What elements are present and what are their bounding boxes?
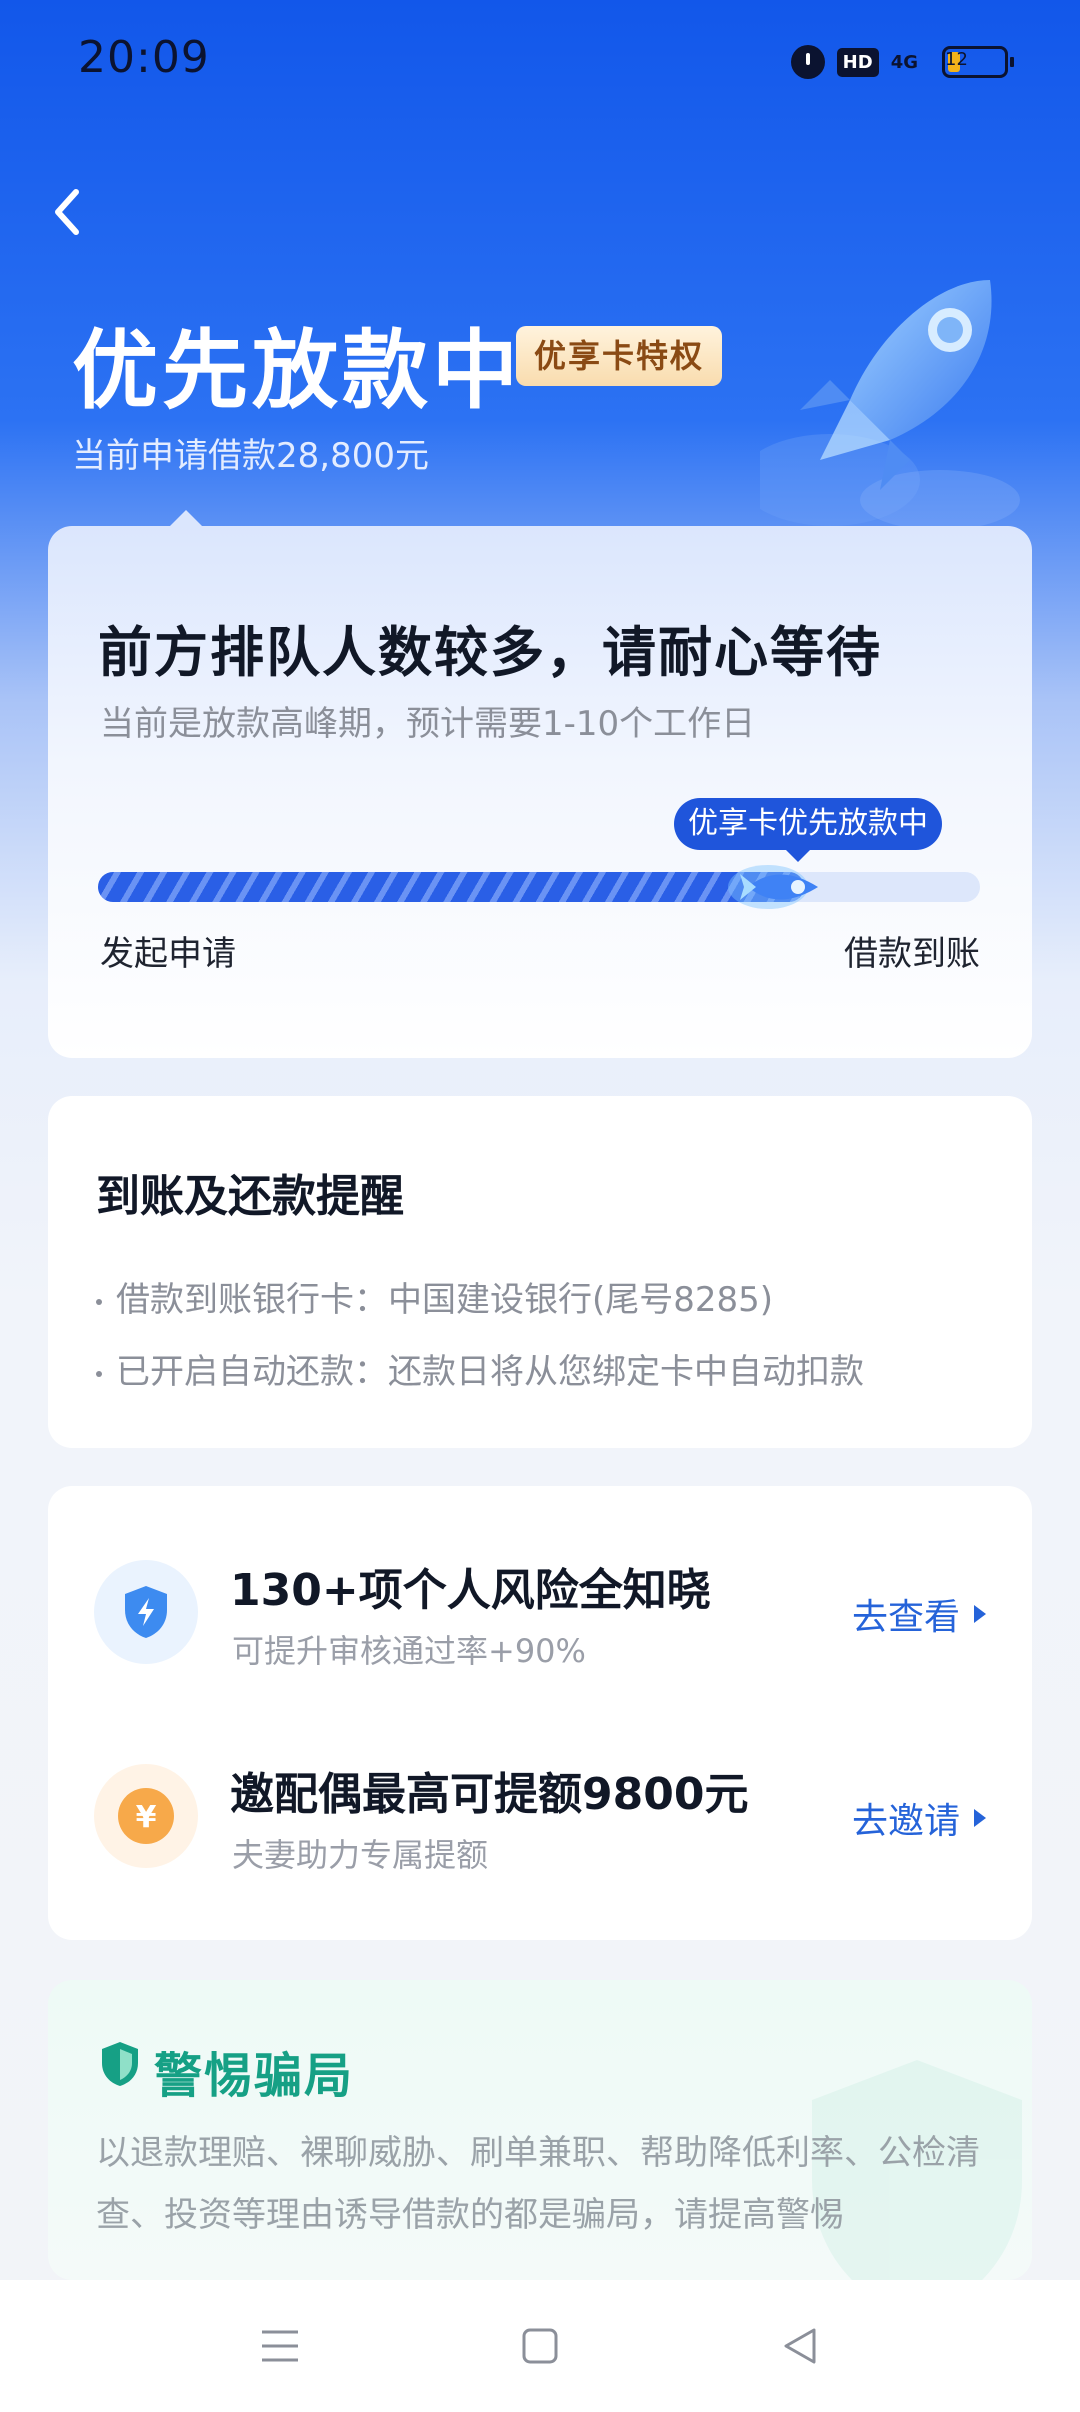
hd-icon: HD <box>836 47 879 77</box>
fraud-warning-card: 警惕骗局 以退款理赔、裸聊威胁、刷单兼职、帮助降低利率、公检清查、投资等理由诱导… <box>48 1980 1032 2280</box>
status-title: 前方排队人数较多，请耐心等待 <box>98 621 882 684</box>
offer-title: 130+项个人风险全知晓 <box>230 1565 711 1616</box>
back-arrow-icon[interactable] <box>48 184 88 240</box>
triangle-right-icon <box>974 1605 986 1623</box>
triangle-back-icon <box>784 2328 816 2364</box>
bullet-dot <box>96 1370 102 1377</box>
alarm-icon <box>790 45 825 79</box>
network-type-label: 4G <box>890 51 918 73</box>
svg-text:¥: ¥ <box>136 1800 157 1835</box>
view-button[interactable]: 去查看 <box>852 1588 986 1640</box>
warning-title: 警惕骗局 <box>154 2048 355 2104</box>
auto-repay-info: 已开启自动还款：还款日将从您绑定卡中自动扣款 <box>116 1352 864 1392</box>
status-icons: HD 4G 12 <box>790 42 1014 82</box>
triangle-right-icon <box>974 1809 986 1827</box>
bank-card-info: 借款到账银行卡：中国建设银行(尾号8285) <box>116 1280 774 1320</box>
reminder-card: 到账及还款提醒 借款到账银行卡：中国建设银行(尾号8285) 已开启自动还款：还… <box>48 1096 1032 1448</box>
menu-icon <box>262 2330 298 2362</box>
battery-level: 12 <box>945 49 968 70</box>
invite-button[interactable]: 去邀请 <box>852 1792 986 1844</box>
bullet-dot <box>96 1298 102 1305</box>
view-button-label: 去查看 <box>851 1597 960 1638</box>
progress-end-label: 借款到账 <box>844 934 980 974</box>
yuan-coin-icon: ¥ <box>94 1764 198 1868</box>
home-nav-button[interactable] <box>510 2316 570 2376</box>
offer-subtitle: 夫妻助力专属提额 <box>232 1836 489 1874</box>
rocket-illustration <box>760 280 1020 530</box>
warning-text: 以退款理赔、裸聊威胁、刷单兼职、帮助降低利率、公检清查、投资等理由诱导借款的都是… <box>96 2133 980 2235</box>
menu-nav-button[interactable] <box>250 2316 310 2376</box>
list-item: 借款到账银行卡：中国建设银行(尾号8285) <box>96 1272 773 1321</box>
square-home-icon <box>522 2328 558 2364</box>
status-time: 20:09 <box>78 32 210 83</box>
system-navigation-bar <box>0 2280 1080 2412</box>
progress-bar-fill <box>98 872 804 902</box>
page-title: 优先放款中 <box>72 321 522 421</box>
progress-bar <box>98 865 980 909</box>
offer-title: 邀配偶最高可提额9800元 <box>230 1769 749 1820</box>
back-nav-button[interactable] <box>770 2316 830 2376</box>
status-bar: 20:09 HD 4G 12 <box>0 0 1080 120</box>
progress-tag: 优享卡优先放款中 <box>674 798 942 862</box>
reminder-title: 到账及还款提醒 <box>96 1171 404 1222</box>
status-subtitle: 当前是放款高峰期，预计需要1-10个工作日 <box>100 704 756 744</box>
shield-lightning-icon <box>94 1560 198 1664</box>
progress-start-label: 发起申请 <box>100 934 236 974</box>
shield-check-icon <box>102 2042 138 2086</box>
progress-rocket-icon <box>728 865 818 909</box>
loan-amount-subtitle: 当前申请借款28,800元 <box>72 436 429 476</box>
offers-card: 130+项个人风险全知晓 可提升审核通过率+90% 去查看 ¥ 邀配偶最高可提额… <box>48 1486 1032 1940</box>
offer-subtitle: 可提升审核通过率+90% <box>232 1632 586 1670</box>
battery-icon: 12 <box>942 46 1014 78</box>
list-item: 已开启自动还款：还款日将从您绑定卡中自动扣款 <box>96 1344 864 1393</box>
invite-button-label: 去邀请 <box>851 1801 960 1842</box>
vip-privilege-badge: 优享卡特权 <box>516 326 723 386</box>
loan-status-card: 前方排队人数较多，请耐心等待 当前是放款高峰期，预计需要1-10个工作日 优享卡… <box>48 510 1032 1058</box>
